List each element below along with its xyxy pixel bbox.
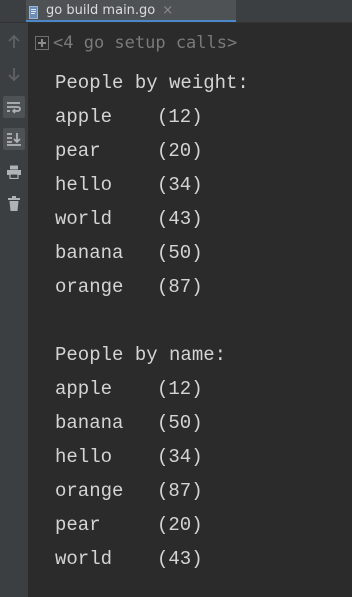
- output-row: world (43): [55, 202, 249, 236]
- run-tab[interactable]: go build main.go ×: [26, 0, 236, 22]
- person-weight: (50): [157, 412, 203, 434]
- output-row: apple (12): [55, 372, 249, 406]
- console-output[interactable]: <4 go setup calls> People by weight: app…: [33, 23, 352, 597]
- person-weight: (50): [157, 242, 203, 264]
- person-weight: (12): [157, 106, 203, 128]
- close-tab-icon[interactable]: ×: [162, 4, 173, 17]
- person-name: apple: [55, 106, 113, 128]
- person-name: pear: [55, 140, 101, 162]
- go-file-icon: [29, 4, 38, 19]
- folded-setup-calls[interactable]: <4 go setup calls>: [35, 33, 237, 53]
- person-name: orange: [55, 480, 124, 502]
- output-row: hello (34): [55, 440, 249, 474]
- person-weight: (12): [157, 378, 203, 400]
- trash-icon[interactable]: [3, 193, 25, 215]
- person-name: apple: [55, 378, 113, 400]
- arrow-down-icon[interactable]: [3, 63, 25, 85]
- person-weight: (43): [157, 208, 203, 230]
- run-tab-bar: go build main.go ×: [0, 0, 352, 23]
- person-name: orange: [55, 276, 124, 298]
- soft-wrap-icon[interactable]: [3, 96, 25, 118]
- person-weight: (20): [157, 514, 203, 536]
- output-row: hello (34): [55, 168, 249, 202]
- person-name: banana: [55, 242, 124, 264]
- scroll-to-end-icon[interactable]: [3, 128, 25, 150]
- person-name: world: [55, 548, 113, 570]
- run-tab-title: go build main.go: [46, 2, 156, 18]
- output-row: pear (20): [55, 134, 249, 168]
- arrow-up-icon[interactable]: [3, 31, 25, 53]
- output-row: orange (87): [55, 270, 249, 304]
- person-weight: (87): [157, 276, 203, 298]
- person-weight: (20): [157, 140, 203, 162]
- console-toolbar: [0, 23, 28, 597]
- person-weight: (34): [157, 446, 203, 468]
- person-name: hello: [55, 446, 113, 468]
- person-weight: (34): [157, 174, 203, 196]
- person-name: world: [55, 208, 113, 230]
- person-name: pear: [55, 514, 101, 536]
- program-output: People by weight: apple (12) pear (20) h…: [55, 66, 249, 576]
- output-row: orange (87): [55, 474, 249, 508]
- output-row: world (43): [55, 542, 249, 576]
- output-row: banana (50): [55, 236, 249, 270]
- print-icon[interactable]: [3, 161, 25, 183]
- output-row: apple (12): [55, 100, 249, 134]
- person-name: banana: [55, 412, 124, 434]
- section-heading-name: People by name:: [55, 344, 227, 366]
- person-weight: (43): [157, 548, 203, 570]
- expand-fold-icon[interactable]: [35, 36, 49, 50]
- person-weight: (87): [157, 480, 203, 502]
- run-console-window: go build main.go × <4 go setup calls> Pe…: [0, 0, 352, 597]
- folded-setup-calls-label[interactable]: <4 go setup calls>: [53, 33, 237, 53]
- section-heading-weight: People by weight:: [55, 72, 249, 94]
- person-name: hello: [55, 174, 113, 196]
- output-row: pear (20): [55, 508, 249, 542]
- output-row: banana (50): [55, 406, 249, 440]
